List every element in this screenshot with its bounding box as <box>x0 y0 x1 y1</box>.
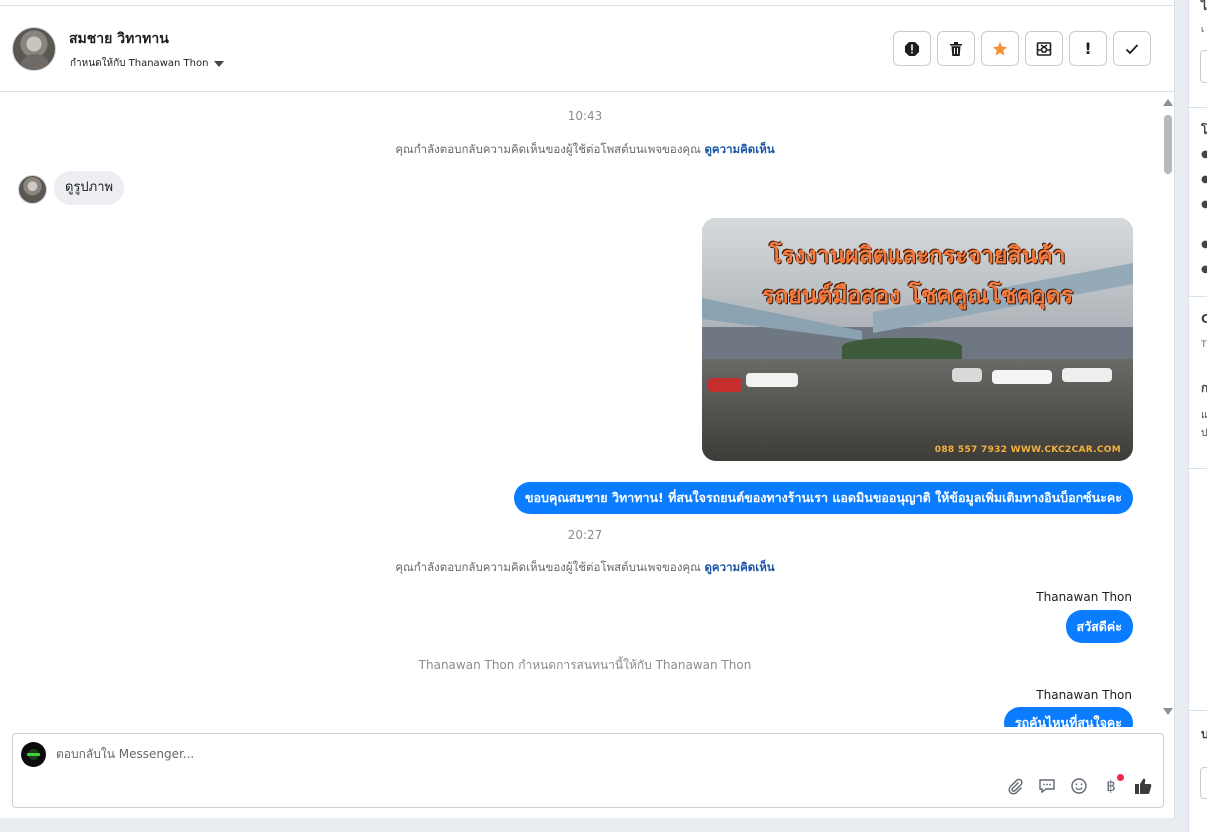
system-message: คุณกำลังตอบกลับความคิดเห็นของผู้ใช้ต่อโพ… <box>0 559 1160 577</box>
like-icon <box>1135 778 1152 794</box>
sender-name: Thanawan Thon <box>1036 688 1132 702</box>
panel-text: เ <box>1201 25 1205 35</box>
panel-heading: ไ <box>1201 0 1207 13</box>
message-thread[interactable]: 10:43 คุณกำลังตอบกลับความคิดเห็นของผู้ใช… <box>0 93 1160 727</box>
panel-icon: ● <box>1201 200 1207 210</box>
star-button[interactable] <box>981 31 1019 66</box>
image-footer: 088 557 7932 WWW.CKC2CAR.COM <box>934 445 1121 455</box>
report-button[interactable] <box>893 31 931 66</box>
report-icon <box>905 41 919 56</box>
conversation-window: สมชาย วิทาทาน กำหนดให้กับ Thanawan Thon <box>0 0 1175 818</box>
attachment-icon <box>1008 778 1023 795</box>
panel-icon: ● <box>1201 175 1207 185</box>
outgoing-message[interactable]: ขอบคุณสมชาย วิทาทาน! ที่สนใจรถยนต์ของทาง… <box>513 482 1133 514</box>
composer-tools: ฿ <box>1005 774 1153 796</box>
saved-reply-icon <box>1039 779 1055 794</box>
right-info-panel: ไ เ โ ● ● ● ● ● C T ก แ ป บ <box>1188 0 1207 832</box>
panel-text: T <box>1201 340 1207 350</box>
mark-done-button[interactable] <box>1113 31 1151 66</box>
exclamation-icon: ! <box>1084 39 1092 58</box>
archive-icon <box>1036 41 1052 56</box>
delete-button[interactable] <box>937 31 975 66</box>
conversation-header: สมชาย วิทาทาน กำหนดให้กับ Thanawan Thon <box>0 6 1175 92</box>
panel-input[interactable] <box>1200 767 1207 799</box>
header-actions: ! <box>893 31 1151 66</box>
panel-heading: โ <box>1201 123 1207 137</box>
caret-down-icon <box>214 60 225 67</box>
page-avatar <box>21 742 46 767</box>
view-comment-link[interactable]: ดูความคิดเห็น <box>704 560 774 574</box>
panel-text: แ <box>1201 410 1207 421</box>
system-message-text: คุณกำลังตอบกลับความคิดเห็นของผู้ใช้ต่อโพ… <box>395 142 701 156</box>
panel-text: ป <box>1201 428 1207 439</box>
emoji-icon <box>1071 778 1087 794</box>
panel-divider <box>1189 468 1207 469</box>
panel-input[interactable] <box>1200 50 1207 83</box>
scroll-down-icon[interactable] <box>1163 708 1173 715</box>
system-message-text: คุณกำลังตอบกลับความคิดเห็นของผู้ใช้ต่อโพ… <box>395 560 701 574</box>
assignee-dropdown[interactable]: กำหนดให้กับ Thanawan Thon <box>70 56 225 71</box>
emoji-button[interactable] <box>1069 776 1089 796</box>
timestamp: 20:27 <box>567 528 603 542</box>
outgoing-message[interactable]: รถคันไหนที่สนใจคะ <box>1003 707 1133 727</box>
notification-dot <box>1117 774 1124 781</box>
image-title-line-2: รถยนต์มือสอง โชคคูณโชคอุดร <box>761 282 1073 309</box>
mark-important-button[interactable]: ! <box>1069 31 1107 66</box>
sender-name: Thanawan Thon <box>1036 590 1132 604</box>
baht-icon: ฿ <box>1106 777 1116 795</box>
photo-car <box>746 373 798 387</box>
reply-composer: ฿ <box>12 733 1164 808</box>
contact-avatar-small[interactable] <box>18 175 47 204</box>
panel-heading: บ <box>1201 728 1207 740</box>
photo-car <box>1062 368 1112 382</box>
contact-avatar[interactable] <box>12 27 56 71</box>
thread-scrollbar[interactable] <box>1161 96 1175 718</box>
assignee-label: กำหนดให้กับ Thanawan Thon <box>70 58 209 69</box>
panel-icon: ● <box>1201 150 1207 160</box>
panel-heading: ก <box>1201 382 1207 394</box>
assignment-notice: Thanawan Thon กำหนดการสนทนานี้ให้กับ Tha… <box>418 658 752 672</box>
reply-input[interactable] <box>56 744 756 764</box>
panel-divider <box>1189 107 1207 108</box>
panel-divider <box>1189 710 1207 711</box>
panel-heading: C <box>1201 313 1207 325</box>
star-icon <box>992 41 1008 55</box>
panel-icon: ● <box>1201 265 1207 275</box>
attach-button[interactable] <box>1005 776 1025 796</box>
system-message: คุณกำลังตอบกลับความคิดเห็นของผู้ใช้ต่อโพ… <box>0 141 1160 159</box>
panel-icon: ● <box>1201 240 1207 250</box>
contact-name[interactable]: สมชาย วิทาทาน <box>69 28 169 50</box>
view-comment-link[interactable]: ดูความคิดเห็น <box>704 142 774 156</box>
saved-reply-button[interactable] <box>1037 776 1057 796</box>
photo-car <box>992 370 1052 384</box>
image-title-line-1: โรงงานผลิตและกระจายสินค้า <box>769 242 1066 269</box>
incoming-message[interactable]: ดูรูปภาพ <box>54 171 125 205</box>
trash-icon <box>950 41 962 56</box>
payment-button[interactable]: ฿ <box>1101 774 1124 796</box>
panel-divider <box>1189 296 1207 297</box>
photo-car <box>952 368 982 382</box>
check-icon <box>1125 43 1139 54</box>
image-attachment[interactable]: โรงงานผลิตและกระจายสินค้า รถยนต์มือสอง โ… <box>702 218 1133 461</box>
outgoing-message[interactable]: สวัสดีค่ะ <box>1065 610 1133 643</box>
like-button[interactable] <box>1133 776 1153 796</box>
photo-car <box>708 378 742 392</box>
archive-button[interactable] <box>1025 31 1063 66</box>
scroll-thumb[interactable] <box>1164 115 1172 174</box>
scroll-up-icon[interactable] <box>1163 99 1173 106</box>
photo-trees <box>842 338 962 360</box>
timestamp: 10:43 <box>567 109 603 123</box>
